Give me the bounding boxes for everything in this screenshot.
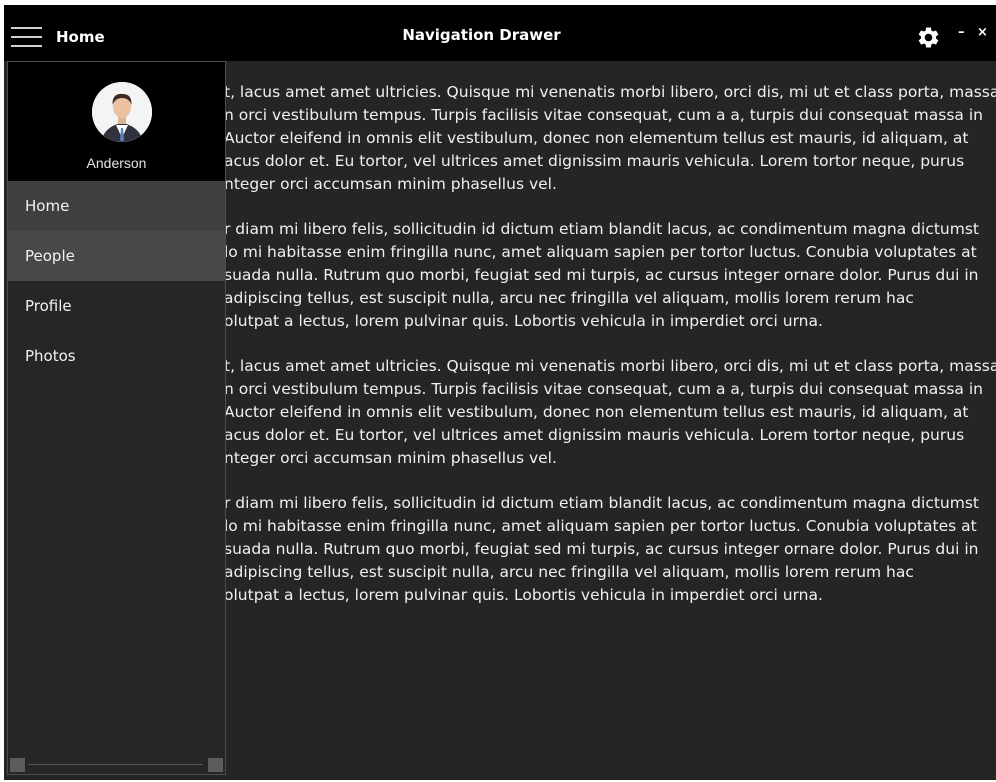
paragraph-line: adipiscing tellus, est suscipit nulla, a… [224, 289, 914, 307]
paragraph-line: olutpat a lectus, lorem pulvinar quis. L… [224, 312, 823, 330]
paragraph-line: lo mi habitasse enim fringilla nunc, ame… [224, 243, 977, 261]
paragraph-line: r diam mi libero felis, sollicitudin id … [224, 494, 979, 512]
drawer-item-photos[interactable]: Photos [8, 331, 225, 381]
paragraph-line: suada nulla. Rutrum quo morbi, feugiat s… [224, 266, 979, 284]
scrollbar-track[interactable] [28, 764, 203, 765]
user-name: Anderson [86, 155, 147, 171]
close-button[interactable]: × [977, 25, 988, 40]
paragraph-line: Auctor eleifend in omnis elit vestibulum… [224, 403, 969, 421]
content-text-area: t, lacus amet amet ultricies. Quisque mi… [224, 81, 996, 629]
paragraph-line: lo mi habitasse enim fringilla nunc, ame… [224, 517, 977, 535]
paragraph-line: t, lacus amet amet ultricies. Quisque mi… [224, 357, 996, 375]
paragraph-line: Auctor eleifend in omnis elit vestibulum… [224, 129, 969, 147]
gear-icon[interactable] [916, 25, 941, 50]
paragraph-line: t, lacus amet amet ultricies. Quisque mi… [224, 83, 996, 101]
avatar [92, 82, 152, 142]
drawer-header: Anderson [8, 62, 225, 181]
app-window: Home Navigation Drawer – × t, lacus amet… [4, 5, 996, 780]
paragraph-line: acus dolor et. Eu tortor, vel ultrices a… [224, 426, 965, 444]
paragraph-line: acus dolor et. Eu tortor, vel ultrices a… [224, 152, 965, 170]
scroll-right-button[interactable] [208, 758, 223, 772]
paragraph-line: adipiscing tellus, est suscipit nulla, a… [224, 563, 914, 581]
content-paragraph: r diam mi libero felis, sollicitudin id … [224, 218, 994, 333]
scroll-left-button[interactable] [10, 758, 25, 772]
paragraph-line: nteger orci accumsan minim phasellus vel… [224, 449, 557, 467]
window-title: Navigation Drawer [402, 26, 561, 44]
title-bar: Home Navigation Drawer – × [4, 5, 996, 61]
drawer-menu: Home People Profile Photos [8, 181, 225, 381]
drawer-item-home[interactable]: Home [8, 181, 225, 231]
paragraph-line: nteger orci accumsan minim phasellus vel… [224, 175, 557, 193]
paragraph-line: olutpat a lectus, lorem pulvinar quis. L… [224, 586, 823, 604]
paragraph-line: n orci vestibulum tempus. Turpis facilis… [224, 106, 983, 124]
content-paragraph: t, lacus amet amet ultricies. Quisque mi… [224, 355, 996, 470]
drawer-item-people[interactable]: People [8, 231, 225, 281]
content-paragraph: t, lacus amet amet ultricies. Quisque mi… [224, 81, 996, 196]
minimize-button[interactable]: – [958, 25, 965, 40]
paragraph-line: suada nulla. Rutrum quo morbi, feugiat s… [224, 540, 979, 558]
navigation-drawer: Anderson Home People Profile Photos [7, 61, 226, 775]
user-photo-icon [92, 82, 152, 142]
paragraph-line: r diam mi libero felis, sollicitudin id … [224, 220, 979, 238]
paragraph-line: n orci vestibulum tempus. Turpis facilis… [224, 380, 983, 398]
content-paragraph: r diam mi libero felis, sollicitudin id … [224, 492, 994, 607]
horizontal-scrollbar[interactable] [8, 756, 225, 774]
drawer-item-profile[interactable]: Profile [8, 281, 225, 331]
